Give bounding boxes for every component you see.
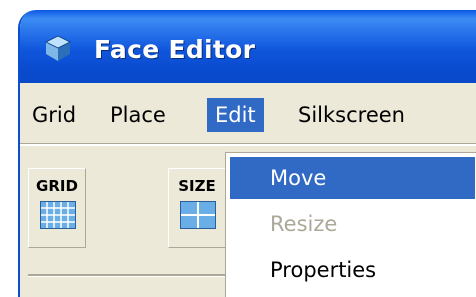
menu-place[interactable]: Place: [102, 98, 174, 132]
window-title: Face Editor: [94, 35, 256, 64]
menu-item-properties[interactable]: Properties: [230, 249, 475, 291]
size-button[interactable]: SIZE: [168, 168, 226, 248]
title-bar[interactable]: Face Editor: [20, 10, 476, 83]
grid-button[interactable]: GRID: [28, 168, 86, 248]
size-button-label: SIZE: [178, 177, 216, 195]
menu-item-resize: Resize: [270, 212, 338, 236]
menu-bar: Grid Place Edit Silkscreen: [20, 83, 476, 143]
app-window: Face Editor Grid Place Edit Silkscreen G…: [18, 10, 476, 297]
cube-icon: [45, 35, 71, 61]
grid-icon: [40, 201, 76, 229]
grid-button-label: GRID: [36, 177, 78, 195]
edit-menu-dropdown: Move Resize Properties: [225, 152, 476, 297]
menu-silkscreen[interactable]: Silkscreen: [290, 98, 413, 132]
menu-item-move[interactable]: Move: [230, 157, 475, 199]
size-icon: [180, 201, 216, 229]
menu-edit[interactable]: Edit: [207, 98, 264, 132]
menu-grid[interactable]: Grid: [24, 98, 84, 132]
